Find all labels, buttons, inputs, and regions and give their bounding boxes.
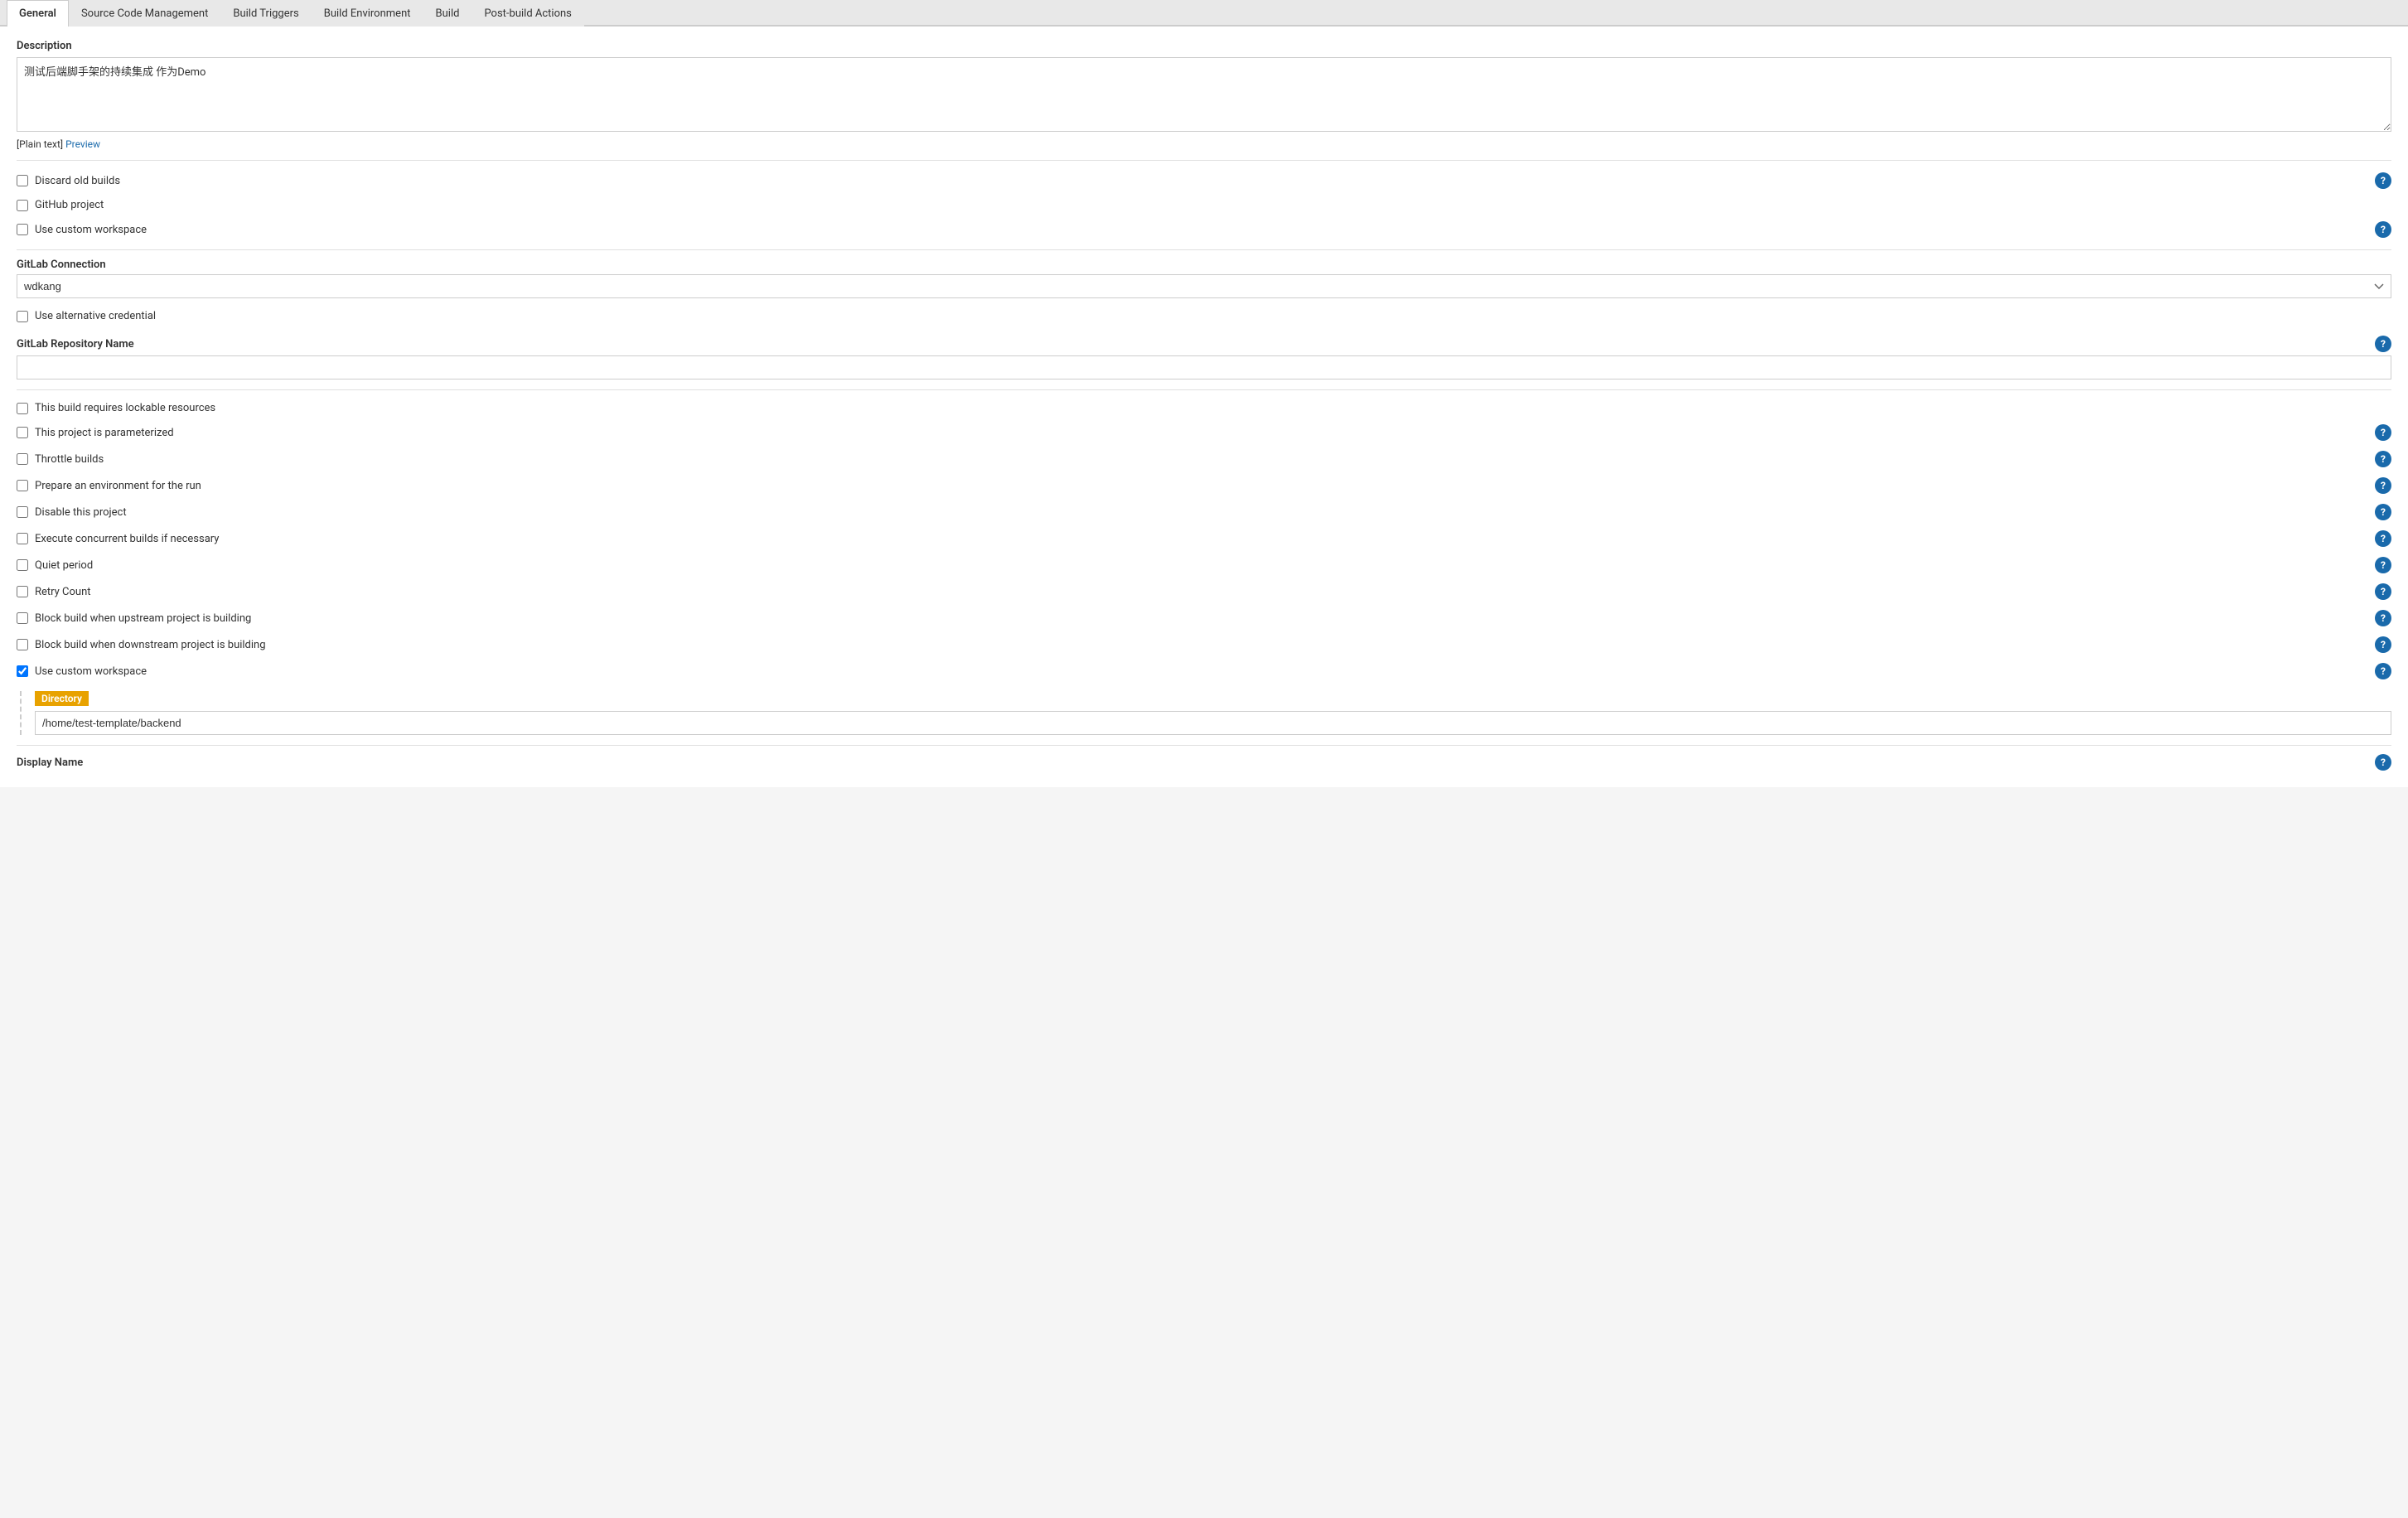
checkbox-row-discard: Discard old builds ?: [17, 167, 2391, 194]
use-alternative-credential-checkbox[interactable]: [17, 311, 28, 322]
prepare-env-help-icon[interactable]: ?: [2375, 477, 2391, 494]
gitlab-repo-help-icon[interactable]: ?: [2375, 336, 2391, 352]
display-name-label: Display Name: [17, 757, 83, 769]
main-content: Description 测试后端脚手架的持续集成 作为Demo [Plain t…: [0, 27, 2408, 787]
retry-count-checkbox[interactable]: [17, 586, 28, 597]
throttle-builds-help-icon[interactable]: ?: [2375, 451, 2391, 467]
use-custom-workspace-bottom-label: Use custom workspace: [35, 665, 2375, 678]
lockable-resources-label: This build requires lockable resources: [35, 402, 2391, 414]
prepare-env-label: Prepare an environment for the run: [35, 480, 2375, 492]
checkbox-row-custom-ws-top: Use custom workspace ?: [17, 216, 2391, 243]
directory-label: Directory: [35, 691, 89, 706]
github-project-checkbox[interactable]: [17, 200, 28, 211]
checkbox-row-custom-ws-bottom: Use custom workspace ?: [17, 658, 2391, 684]
retry-count-help-icon[interactable]: ?: [2375, 583, 2391, 600]
divider-2: [17, 249, 2391, 250]
github-project-label: GitHub project: [35, 199, 2391, 211]
directory-input[interactable]: [35, 711, 2391, 735]
block-downstream-checkbox[interactable]: [17, 639, 28, 650]
tab-build[interactable]: Build: [423, 0, 472, 27]
discard-builds-label: Discard old builds: [35, 175, 2375, 187]
tab-build-triggers[interactable]: Build Triggers: [220, 0, 311, 27]
tab-post-build[interactable]: Post-build Actions: [471, 0, 583, 27]
discard-builds-checkbox[interactable]: [17, 175, 28, 186]
description-label: Description: [17, 40, 2391, 52]
format-row: [Plain text] Preview: [17, 138, 2391, 150]
checkbox-row-github: GitHub project: [17, 194, 2391, 216]
block-upstream-label: Block build when upstream project is bui…: [35, 612, 2375, 625]
checkbox-row-alt-credential: Use alternative credential: [17, 305, 2391, 327]
quiet-period-checkbox[interactable]: [17, 559, 28, 571]
preview-link[interactable]: Preview: [65, 138, 100, 150]
disable-project-label: Disable this project: [35, 506, 2375, 519]
quiet-period-label: Quiet period: [35, 559, 2375, 572]
block-upstream-help-icon[interactable]: ?: [2375, 610, 2391, 626]
disable-project-checkbox[interactable]: [17, 506, 28, 518]
display-name-label-row: Display Name ?: [17, 754, 2391, 771]
checkbox-row-block-downstream: Block build when downstream project is b…: [17, 631, 2391, 658]
divider-3: [17, 389, 2391, 390]
checkbox-row-disable: Disable this project ?: [17, 499, 2391, 525]
workspace-section: Directory: [20, 691, 2391, 735]
prepare-env-checkbox[interactable]: [17, 480, 28, 491]
throttle-builds-label: Throttle builds: [35, 453, 2375, 466]
parameterized-help-icon[interactable]: ?: [2375, 424, 2391, 441]
checkbox-row-throttle: Throttle builds ?: [17, 446, 2391, 472]
block-upstream-checkbox[interactable]: [17, 612, 28, 624]
plain-text-label: [Plain text]: [17, 138, 63, 150]
block-downstream-help-icon[interactable]: ?: [2375, 636, 2391, 653]
tab-bar: General Source Code Management Build Tri…: [0, 0, 2408, 27]
block-downstream-label: Block build when downstream project is b…: [35, 639, 2375, 651]
parameterized-checkbox[interactable]: [17, 427, 28, 438]
retry-count-label: Retry Count: [35, 586, 2375, 598]
checkbox-row-concurrent: Execute concurrent builds if necessary ?: [17, 525, 2391, 552]
checkbox-row-retry: Retry Count ?: [17, 578, 2391, 605]
use-custom-workspace-top-checkbox[interactable]: [17, 224, 28, 235]
checkbox-row-quiet: Quiet period ?: [17, 552, 2391, 578]
gitlab-connection-label: GitLab Connection: [17, 259, 2391, 271]
gitlab-repo-label: GitLab Repository Name: [17, 338, 134, 350]
parameterized-label: This project is parameterized: [35, 427, 2375, 439]
checkbox-row-lockable: This build requires lockable resources: [17, 397, 2391, 419]
checkbox-row-env: Prepare an environment for the run ?: [17, 472, 2391, 499]
divider-1: [17, 160, 2391, 161]
use-custom-workspace-bottom-checkbox[interactable]: [17, 665, 28, 677]
use-custom-workspace-top-help-icon[interactable]: ?: [2375, 221, 2391, 238]
use-alternative-credential-label: Use alternative credential: [35, 310, 2391, 322]
checkbox-row-block-upstream: Block build when upstream project is bui…: [17, 605, 2391, 631]
description-textarea[interactable]: 测试后端脚手架的持续集成 作为Demo: [17, 57, 2391, 132]
gitlab-repo-input[interactable]: [17, 355, 2391, 380]
throttle-builds-checkbox[interactable]: [17, 453, 28, 465]
tab-general[interactable]: General: [7, 0, 69, 27]
concurrent-builds-checkbox[interactable]: [17, 533, 28, 544]
lockable-resources-checkbox[interactable]: [17, 403, 28, 414]
tab-build-environment[interactable]: Build Environment: [312, 0, 423, 27]
discard-builds-help-icon[interactable]: ?: [2375, 172, 2391, 189]
use-custom-workspace-bottom-help-icon[interactable]: ?: [2375, 663, 2391, 679]
use-custom-workspace-top-label: Use custom workspace: [35, 224, 2375, 236]
disable-project-help-icon[interactable]: ?: [2375, 504, 2391, 520]
concurrent-builds-label: Execute concurrent builds if necessary: [35, 533, 2375, 545]
gitlab-repo-label-row: GitLab Repository Name ?: [17, 336, 2391, 352]
concurrent-builds-help-icon[interactable]: ?: [2375, 530, 2391, 547]
divider-4: [17, 745, 2391, 746]
tab-source-code[interactable]: Source Code Management: [69, 0, 220, 27]
checkbox-row-parameterized: This project is parameterized ?: [17, 419, 2391, 446]
display-name-help-icon[interactable]: ?: [2375, 754, 2391, 771]
gitlab-connection-dropdown[interactable]: wdkang: [17, 274, 2391, 298]
quiet-period-help-icon[interactable]: ?: [2375, 557, 2391, 573]
